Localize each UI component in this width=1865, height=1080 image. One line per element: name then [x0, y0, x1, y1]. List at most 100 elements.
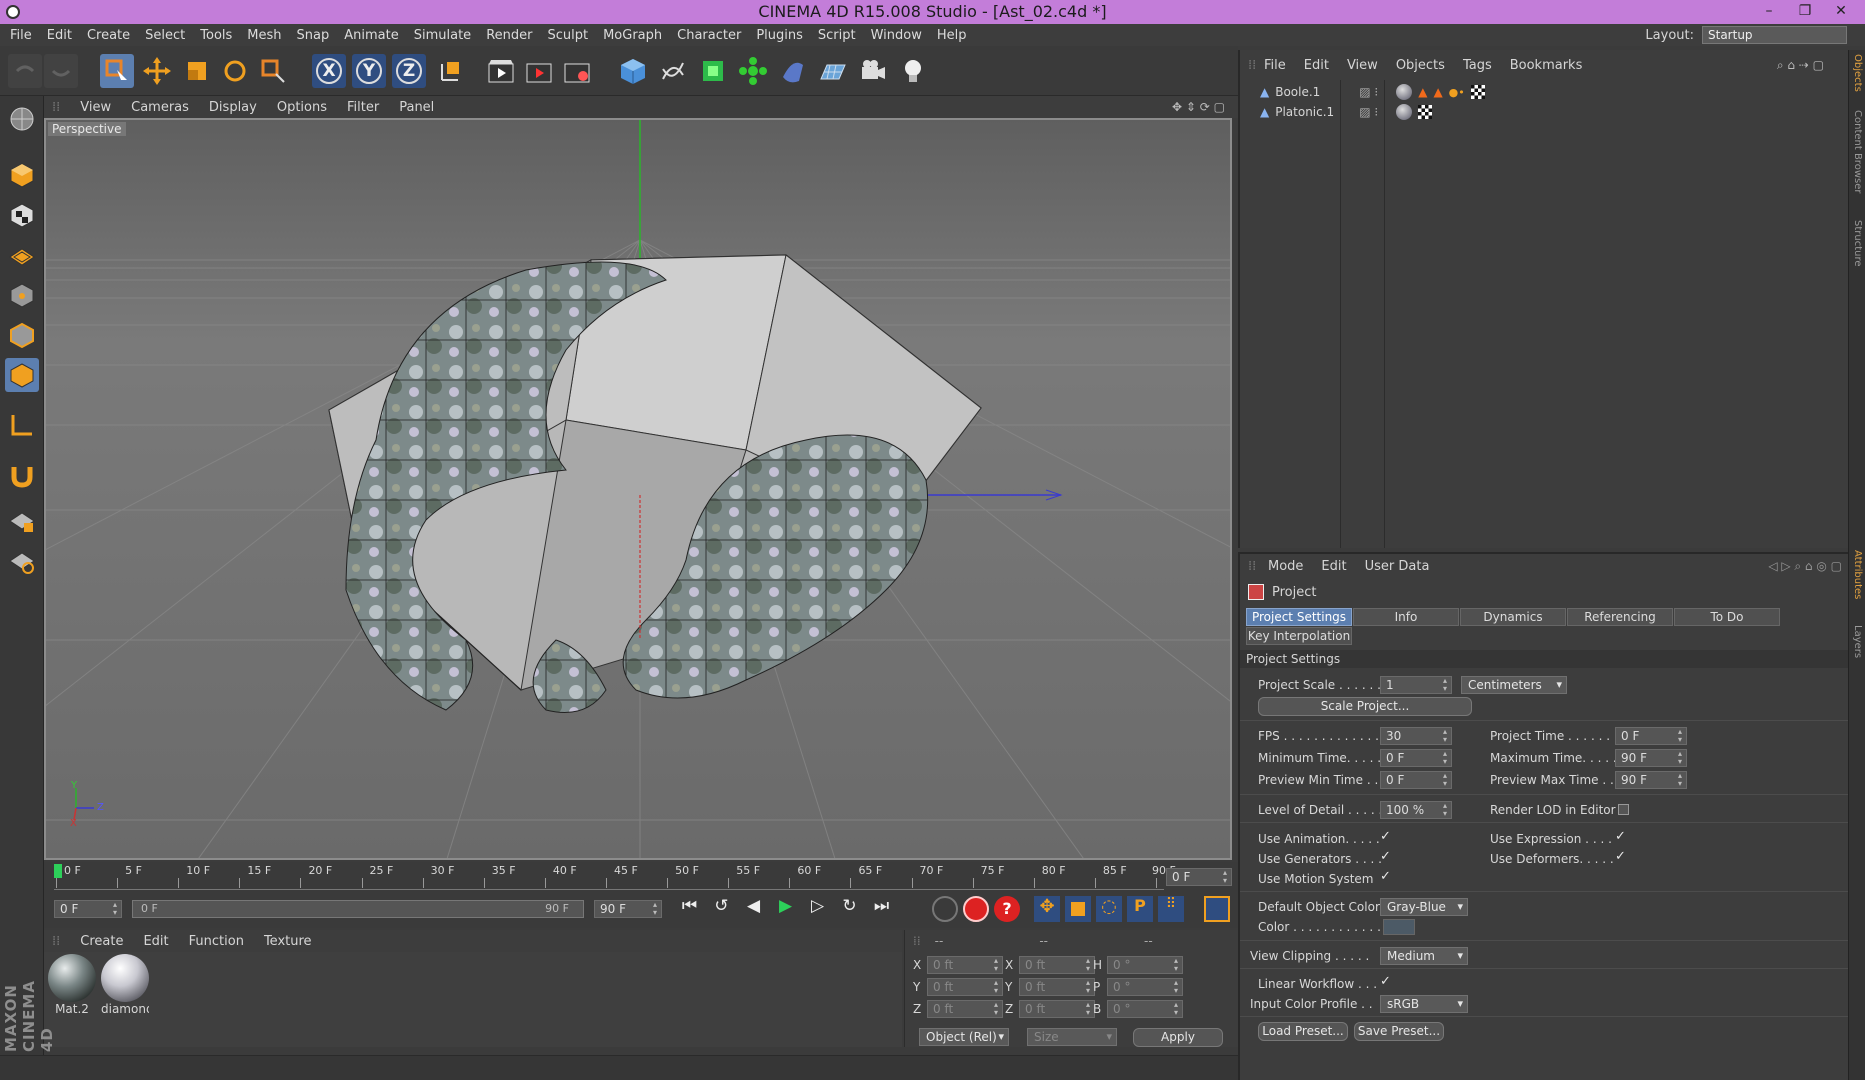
maximum-time-field[interactable]: 90 F — [1615, 749, 1687, 767]
scale-icon[interactable] — [180, 54, 214, 88]
menu-file[interactable]: File — [10, 28, 32, 43]
minimum-time-field[interactable]: 0 F — [1380, 749, 1452, 767]
menu-sculpt[interactable]: Sculpt — [547, 28, 588, 43]
menu-mograph[interactable]: MoGraph — [603, 28, 662, 43]
coord-value-field[interactable]: 0 ° — [1107, 956, 1183, 974]
playhead-marker[interactable] — [54, 864, 62, 878]
model-mode-icon[interactable] — [5, 158, 39, 192]
fps-field[interactable]: 30 — [1380, 727, 1452, 745]
coord-value-field[interactable]: 0 ft — [927, 1000, 1003, 1018]
deformer-icon[interactable] — [776, 54, 810, 88]
key-scale-icon[interactable] — [1065, 896, 1091, 922]
key-position-icon[interactable]: ✥ — [1034, 896, 1060, 922]
material-menu-create[interactable]: Create — [80, 934, 123, 949]
next-frame-icon[interactable]: ▷ — [804, 896, 831, 923]
sphere-mode-icon[interactable] — [5, 102, 39, 136]
coord-value-field[interactable]: 0 ft — [1019, 1000, 1095, 1018]
go-to-start-icon[interactable]: ⏮ — [676, 896, 703, 923]
render-settings-icon[interactable] — [560, 54, 594, 88]
menu-edit[interactable]: Edit — [47, 28, 72, 43]
play-icon[interactable]: ▶ — [772, 896, 799, 923]
side-tab-attributes[interactable]: Attributes — [1852, 550, 1863, 599]
polygons-mode-icon[interactable] — [5, 358, 39, 392]
tab-project-settings[interactable]: Project Settings — [1246, 608, 1352, 626]
side-tab-content-browser[interactable]: Content Browser — [1852, 110, 1863, 193]
menu-character[interactable]: Character — [677, 28, 741, 43]
tab-key-interpolation[interactable]: Key Interpolation — [1246, 627, 1352, 645]
locked-workplane-icon[interactable] — [5, 504, 39, 538]
object-row-boole[interactable]: ▲ Boole.1 ▨ ⁝ ▲ ▲ ●• — [1260, 82, 1820, 102]
material-item[interactable]: Mat.2 — [48, 954, 96, 1024]
objects-menu-edit[interactable]: Edit — [1304, 58, 1329, 73]
texture-mode-icon[interactable] — [5, 198, 39, 232]
viewport-menu-options[interactable]: Options — [277, 100, 327, 115]
coord-value-field[interactable]: 0 ° — [1107, 978, 1183, 996]
texture-tag-icon[interactable] — [1396, 84, 1413, 100]
material-menu-texture[interactable]: Texture — [264, 934, 312, 949]
render-picture-viewer-icon[interactable] — [522, 54, 556, 88]
camera-icon[interactable] — [856, 54, 890, 88]
planar-workplane-icon[interactable] — [5, 544, 39, 578]
menu-animate[interactable]: Animate — [344, 28, 398, 43]
autokey-icon[interactable] — [963, 896, 989, 922]
key-rotation-icon[interactable]: ◌ — [1096, 896, 1122, 922]
tab-referencing[interactable]: Referencing — [1567, 608, 1673, 626]
project-time-field[interactable]: 0 F — [1615, 727, 1687, 745]
save-preset-button[interactable]: Save Preset... — [1354, 1022, 1444, 1041]
current-frame-field[interactable]: 0 F — [1166, 868, 1232, 886]
keyframe-selection-icon[interactable]: ? — [994, 896, 1020, 922]
subdivision-surface-icon[interactable] — [696, 54, 730, 88]
input-color-profile-label[interactable]: Input Color Profile . . — [1250, 997, 1373, 1011]
coord-value-field[interactable]: 0 ft — [1019, 978, 1095, 996]
menu-window[interactable]: Window — [871, 28, 922, 43]
cube-primitive-icon[interactable] — [616, 54, 650, 88]
floor-environment-icon[interactable] — [816, 54, 850, 88]
default-object-color-dropdown[interactable]: Gray-Blue — [1380, 898, 1468, 916]
viewport-menu-view[interactable]: View — [80, 100, 111, 115]
array-generator-icon[interactable] — [736, 54, 770, 88]
start-frame-field[interactable]: 0 F — [54, 900, 122, 918]
edges-mode-icon[interactable] — [5, 318, 39, 352]
next-key-icon[interactable]: ↻ — [836, 896, 863, 923]
menu-help[interactable]: Help — [937, 28, 967, 43]
material-menu-edit[interactable]: Edit — [143, 934, 168, 949]
search-home-icons[interactable]: ⌕ ⌂ ⇢ ▢ — [1777, 58, 1824, 73]
timeline-ruler[interactable]: 0 F 5 F 10 F 15 F 20 F 25 F 30 F 35 F 40 F 45 F 50… — [44, 862, 1239, 892]
render-view-icon[interactable] — [484, 54, 518, 88]
scale-project-button[interactable]: Scale Project... — [1258, 697, 1472, 716]
visibility-toggle-icon[interactable]: ▨ ⁝ — [1359, 105, 1378, 119]
key-parameter-icon[interactable]: P — [1127, 896, 1153, 922]
rotate-icon[interactable] — [218, 54, 252, 88]
objects-menu-objects[interactable]: Objects — [1396, 58, 1445, 73]
minimize-button[interactable]: – — [1751, 0, 1787, 24]
apply-button[interactable]: Apply — [1133, 1028, 1223, 1047]
project-scale-field[interactable]: 1 — [1380, 676, 1452, 694]
texture-tag-icon[interactable] — [1396, 104, 1413, 120]
project-scale-unit-dropdown[interactable]: Centimeters — [1461, 676, 1567, 694]
color-swatch[interactable] — [1383, 919, 1415, 935]
use-motion-system-checkbox[interactable]: ✓ — [1380, 869, 1391, 884]
x-axis-button[interactable]: X — [312, 54, 346, 88]
material-menu-function[interactable]: Function — [189, 934, 244, 949]
side-tab-objects[interactable]: Objects — [1852, 54, 1863, 92]
coord-value-field[interactable]: 0 ft — [927, 978, 1003, 996]
timeline-window-icon[interactable] — [1204, 896, 1230, 922]
spline-pen-icon[interactable] — [656, 54, 690, 88]
layout-dropdown[interactable]: Startup — [1702, 26, 1847, 44]
menu-plugins[interactable]: Plugins — [756, 28, 803, 43]
camera-label[interactable]: Perspective — [48, 122, 126, 136]
previous-key-icon[interactable]: ↺ — [708, 896, 735, 923]
objects-menu-file[interactable]: File — [1264, 58, 1286, 73]
view-clipping-label[interactable]: View Clipping . . . . . — [1250, 949, 1369, 963]
objects-menu-tags[interactable]: Tags — [1463, 58, 1492, 73]
use-animation-checkbox[interactable]: ✓ — [1380, 829, 1391, 844]
tab-dynamics[interactable]: Dynamics — [1460, 608, 1566, 626]
selection-tag-icon[interactable]: ●• — [1449, 86, 1465, 99]
use-deformers-checkbox[interactable]: ✓ — [1615, 849, 1626, 864]
maximize-button[interactable]: ❐ — [1787, 0, 1823, 24]
y-axis-button[interactable]: Y — [352, 54, 386, 88]
viewport-navigation-icons[interactable]: ✥ ⇕ ⟳ ▢ — [1172, 100, 1225, 114]
coord-value-field[interactable]: 0 ° — [1107, 1000, 1183, 1018]
undo-icon[interactable] — [8, 54, 42, 88]
tab-info[interactable]: Info — [1353, 608, 1459, 626]
